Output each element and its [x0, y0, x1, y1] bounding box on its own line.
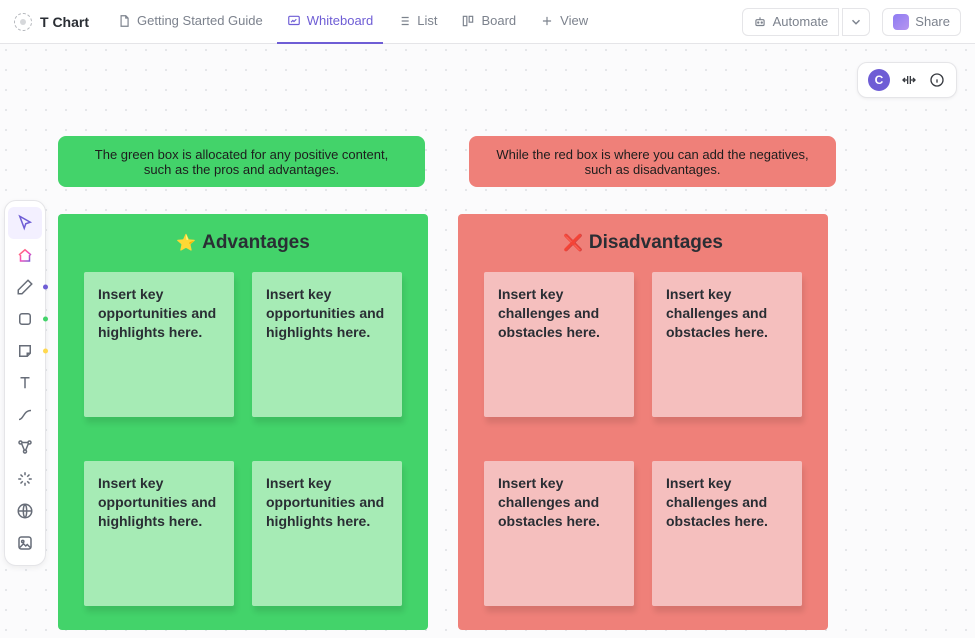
note-text: Insert key opportunities and highlights … — [266, 475, 384, 529]
negative-description[interactable]: While the red box is where you can add t… — [469, 136, 836, 187]
board-icon — [461, 14, 475, 28]
connector-icon — [16, 406, 34, 424]
globe-icon — [16, 502, 34, 520]
list-icon — [397, 14, 411, 28]
tab-label: Whiteboard — [307, 13, 373, 28]
disadvantages-grid: Insert key challenges and obstacles here… — [484, 272, 802, 606]
color-dot — [43, 285, 48, 290]
info-button[interactable] — [928, 71, 946, 89]
note-text: Insert key challenges and obstacles here… — [666, 286, 768, 340]
text-tool[interactable] — [8, 367, 42, 399]
note-text: Insert key challenges and obstacles here… — [666, 475, 768, 529]
color-dot — [43, 317, 48, 322]
panel-row: ⭐ Advantages Insert key opportunities an… — [58, 214, 828, 630]
tab-list[interactable]: List — [387, 0, 447, 44]
note-text: Insert key opportunities and highlights … — [98, 475, 216, 529]
plus-icon — [540, 14, 554, 28]
magic-tool[interactable] — [8, 463, 42, 495]
note-text: Insert key challenges and obstacles here… — [498, 475, 600, 529]
sticky-note[interactable]: Insert key challenges and obstacles here… — [484, 272, 634, 417]
cursor-tool[interactable] — [8, 207, 42, 239]
advantages-heading: ⭐ Advantages — [84, 232, 402, 254]
sticky-note[interactable]: Insert key opportunities and highlights … — [252, 272, 402, 417]
advantages-grid: Insert key opportunities and highlights … — [84, 272, 402, 606]
sparkle-home-icon — [16, 246, 34, 264]
title-wrap: T Chart — [14, 13, 89, 31]
whiteboard-icon — [287, 14, 301, 28]
pen-tool[interactable] — [8, 271, 42, 303]
advantages-heading-text: Advantages — [202, 232, 310, 254]
robot-icon — [753, 15, 767, 29]
pen-icon — [16, 278, 34, 296]
disadvantages-heading: ❌ Disadvantages — [484, 232, 802, 254]
share-button[interactable]: Share — [882, 8, 961, 36]
sticky-note[interactable]: Insert key opportunities and highlights … — [84, 272, 234, 417]
connector-tool[interactable] — [8, 399, 42, 431]
tab-label: Board — [481, 13, 516, 28]
cursor-icon — [16, 214, 34, 232]
description-row: The green box is allocated for any posit… — [58, 136, 836, 187]
negative-description-text: While the red box is where you can add t… — [493, 147, 812, 177]
tab-getting-started[interactable]: Getting Started Guide — [107, 0, 273, 44]
positive-description[interactable]: The green box is allocated for any posit… — [58, 136, 425, 187]
image-tool[interactable] — [8, 527, 42, 559]
cross-icon: ❌ — [563, 233, 583, 253]
chevron-down-icon — [849, 15, 863, 29]
automate-label: Automate — [773, 14, 829, 29]
fit-width-button[interactable] — [900, 71, 918, 89]
image-icon — [16, 534, 34, 552]
sticky-icon — [16, 342, 34, 360]
sticky-note[interactable]: Insert key challenges and obstacles here… — [652, 272, 802, 417]
automate-menu-button[interactable] — [842, 8, 870, 36]
avatar-letter: C — [875, 73, 884, 87]
text-icon — [16, 374, 34, 392]
user-avatar-icon — [893, 14, 909, 30]
app-title: T Chart — [40, 14, 89, 30]
shape-tool[interactable] — [8, 303, 42, 335]
automate-button[interactable]: Automate — [742, 8, 840, 36]
square-icon — [16, 310, 34, 328]
note-text: Insert key challenges and obstacles here… — [498, 286, 600, 340]
sticky-note[interactable]: Insert key opportunities and highlights … — [84, 461, 234, 606]
note-text: Insert key opportunities and highlights … — [266, 286, 384, 340]
tab-label: List — [417, 13, 437, 28]
note-text: Insert key opportunities and highlights … — [98, 286, 216, 340]
tab-label: Getting Started Guide — [137, 13, 263, 28]
tab-whiteboard[interactable]: Whiteboard — [277, 0, 383, 44]
doc-icon — [117, 14, 131, 28]
star-icon: ⭐ — [176, 233, 196, 253]
tab-board[interactable]: Board — [451, 0, 526, 44]
positive-description-text: The green box is allocated for any posit… — [82, 147, 401, 177]
add-view-button[interactable]: View — [530, 0, 598, 44]
disadvantages-heading-text: Disadvantages — [589, 232, 723, 254]
presence-avatar[interactable]: C — [868, 69, 890, 91]
sticky-note[interactable]: Insert key opportunities and highlights … — [252, 461, 402, 606]
topbar: T Chart Getting Started Guide Whiteboard… — [0, 0, 975, 44]
ai-tool[interactable] — [8, 239, 42, 271]
logo-icon — [14, 13, 32, 31]
advantages-panel[interactable]: ⭐ Advantages Insert key opportunities an… — [58, 214, 428, 630]
disadvantages-panel[interactable]: ❌ Disadvantages Insert key challenges an… — [458, 214, 828, 630]
share-label: Share — [915, 14, 950, 29]
sticky-note[interactable]: Insert key challenges and obstacles here… — [484, 461, 634, 606]
whiteboard-canvas[interactable]: C — [0, 44, 975, 638]
sticky-note[interactable]: Insert key challenges and obstacles here… — [652, 461, 802, 606]
side-toolbar — [4, 200, 46, 566]
graph-icon — [16, 438, 34, 456]
color-dot — [43, 349, 48, 354]
web-tool[interactable] — [8, 495, 42, 527]
add-view-label: View — [560, 13, 588, 28]
relations-tool[interactable] — [8, 431, 42, 463]
sticky-tool[interactable] — [8, 335, 42, 367]
sparkle-icon — [16, 470, 34, 488]
canvas-controls: C — [857, 62, 957, 98]
